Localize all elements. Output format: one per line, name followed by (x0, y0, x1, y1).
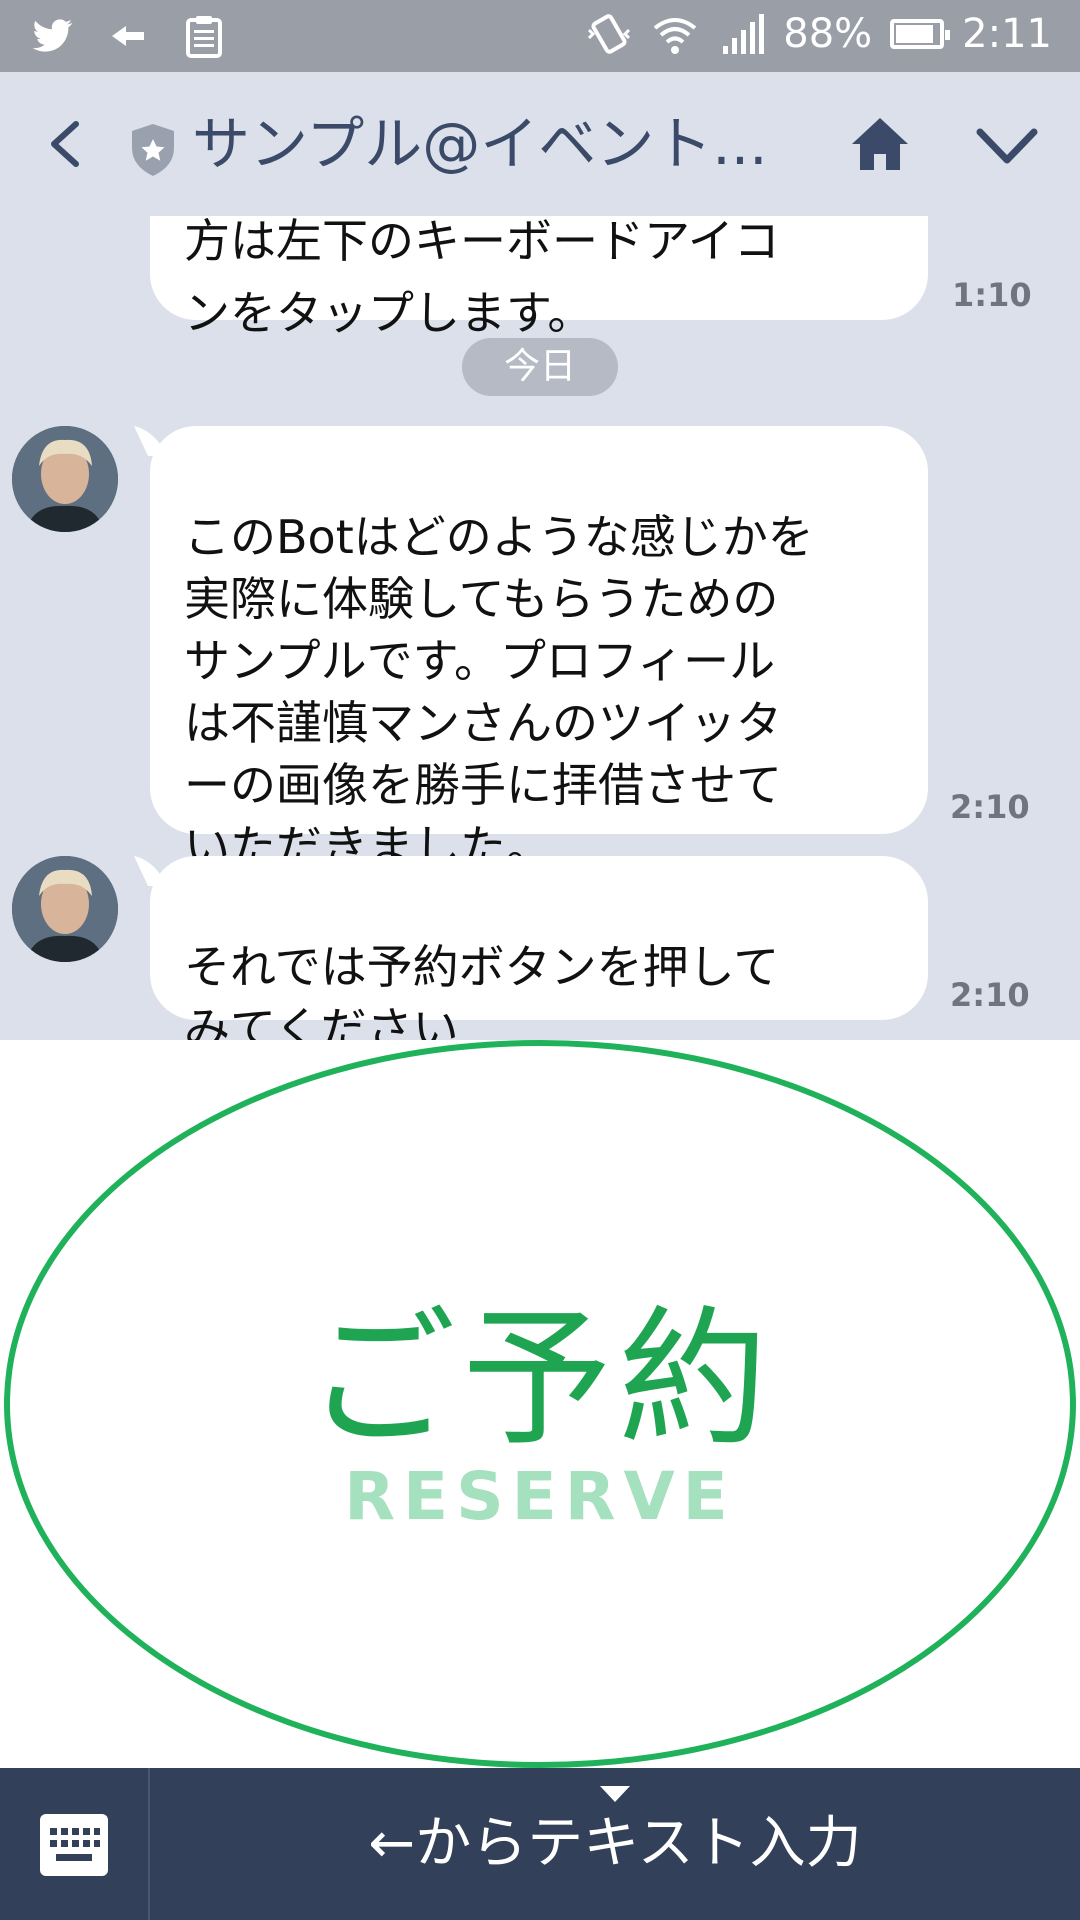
back-icon[interactable] (36, 114, 96, 174)
keyboard-toggle-button[interactable] (0, 1768, 150, 1920)
status-right: 88% 2:11 (585, 10, 1052, 58)
battery-icon (890, 19, 951, 49)
bottom-bar: ←からテキスト入力 (0, 1768, 1080, 1920)
reserve-label-jp: ご予約 (305, 1293, 774, 1467)
text-input-hint[interactable]: ←からテキスト入力 (150, 1768, 1080, 1920)
rich-menu: ご予約 RESERVE (0, 1040, 1080, 1768)
message-time: 2:10 (950, 788, 1030, 826)
avatar[interactable] (12, 856, 118, 962)
avatar-image (12, 426, 118, 532)
twitter-icon (32, 19, 73, 52)
status-time: 2:11 (962, 11, 1052, 57)
vibrate-icon (588, 14, 631, 54)
message-text: それでは予約ボタンを押して みてください (184, 940, 780, 1040)
date-separator: 今日 (462, 338, 618, 396)
message-text: ンをタップします。 (184, 286, 594, 340)
shield-icon (132, 124, 174, 176)
wifi-icon (654, 18, 697, 54)
message-text: このBotはどのような感じかを 実際に体験してもらうための サンプルです。プロフ… (184, 510, 814, 874)
chat-header: サンプル@イベント... (0, 72, 1080, 216)
status-bar: 88% 2:11 (0, 0, 1080, 72)
status-left (28, 12, 228, 60)
battery-percent: 88% (783, 11, 873, 57)
signal-icon (723, 14, 765, 54)
message-text-cut: 方は左下のキーボードアイコ (184, 216, 780, 268)
message-time: 2:10 (950, 976, 1030, 1014)
chat-title: サンプル@イベント... (192, 110, 768, 178)
chat-area[interactable]: ンをタップします。 方は左下のキーボードアイコ 1:10 今日 このBotはどの… (0, 216, 1080, 1040)
avatar[interactable] (12, 426, 118, 532)
avatar-image (12, 856, 118, 962)
message-bubble: このBotはどのような感じかを 実際に体験してもらうための サンプルです。プロフ… (150, 426, 928, 874)
message-bubble: それでは予約ボタンを押して みてください (150, 856, 928, 1040)
keyboard-icon (40, 1814, 108, 1876)
clipboard-icon (186, 16, 222, 58)
home-icon[interactable] (848, 114, 912, 174)
message-time: 1:10 (952, 276, 1032, 314)
reserve-label-en: RESERVE (344, 1458, 736, 1535)
back-arrow-icon (112, 26, 144, 46)
chevron-down-icon[interactable] (974, 122, 1040, 170)
